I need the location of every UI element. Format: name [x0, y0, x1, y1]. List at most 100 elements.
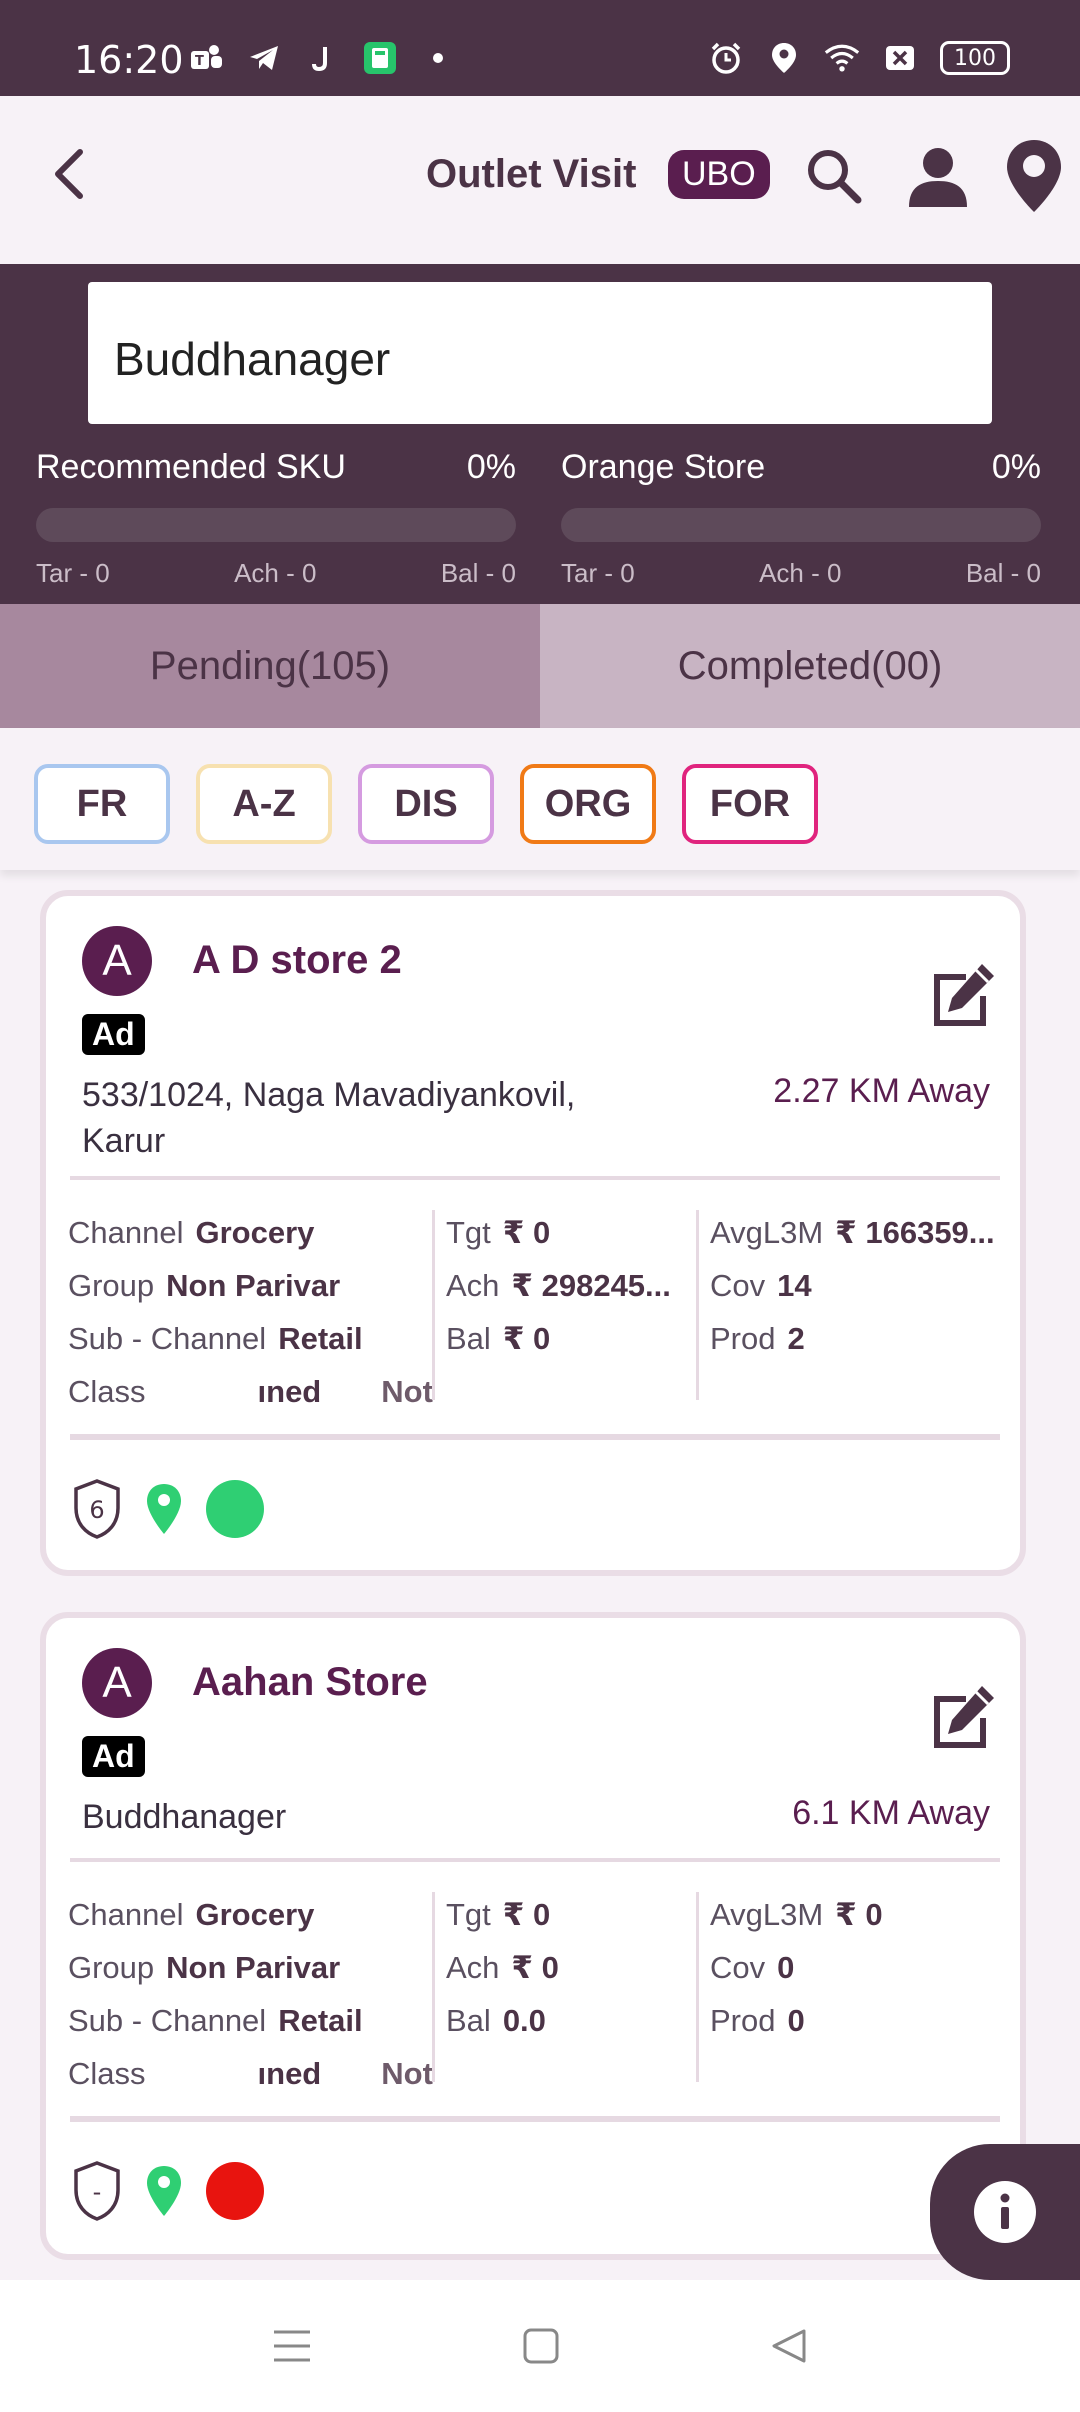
- page-title: Outlet Visit: [426, 152, 637, 196]
- target-column: Tgt ₹ 0 Ach ₹ 0 Bal 0.0: [446, 1888, 696, 2047]
- wifi-icon: [824, 40, 860, 76]
- ubo-badge[interactable]: UBO: [668, 150, 770, 199]
- metric-percent: 0%: [466, 448, 516, 486]
- svg-text:T: T: [195, 54, 204, 69]
- system-nav-bar: [0, 2280, 1080, 2412]
- search-button[interactable]: [800, 142, 868, 210]
- outlet-status-icons: 6: [72, 1478, 264, 1540]
- bal-value: ₹ 0: [502, 1321, 551, 1356]
- filter-chip-for[interactable]: FOR: [682, 764, 818, 844]
- class-label: Class: [68, 1374, 146, 1409]
- edit-icon[interactable]: [926, 958, 1000, 1032]
- class-value: ıned: [257, 2056, 322, 2091]
- back-button[interactable]: [38, 144, 98, 204]
- back-arrow-icon: [55, 149, 83, 199]
- avg-label: AvgL3M: [710, 1215, 824, 1250]
- status-dot: [206, 2162, 264, 2220]
- group-value: Non Parivar: [166, 1268, 341, 1303]
- location-button[interactable]: [1000, 140, 1068, 212]
- prod-label: Prod: [710, 1321, 776, 1356]
- back-nav-icon[interactable]: [770, 2327, 808, 2365]
- visit-tabs: Pending(105) Completed(00): [0, 604, 1080, 728]
- menu-nav-icon[interactable]: [272, 2328, 312, 2364]
- divider: [70, 2116, 1000, 2122]
- performance-column: AvgL3M ₹ 0 Cov 0 Prod 0: [710, 1888, 1010, 2047]
- target-column: Tgt ₹ 0 Ach ₹ 298245... Bal ₹ 0: [446, 1206, 696, 1365]
- outlet-status-icons: -: [72, 2160, 264, 2222]
- metric-target: Tar - 0: [36, 558, 110, 588]
- sim-off-icon: [882, 40, 918, 76]
- filter-bar: FR A-Z DIS ORG FOR: [0, 728, 1080, 870]
- metric-balance: Bal - 0: [440, 558, 516, 588]
- prod-value: 0: [787, 2003, 805, 2038]
- progress-bar: [561, 508, 1041, 542]
- cov-value: 14: [777, 1268, 812, 1303]
- outlet-name[interactable]: Aahan Store: [192, 1660, 428, 1705]
- outlet-info-column: Channel Grocery Group Non Parivar Sub - Ch…: [68, 1888, 448, 2100]
- divider: [70, 1176, 1000, 1180]
- outlet-card[interactable]: A Aahan Store Ad Buddhanager 6.1 KM Away…: [40, 1612, 1026, 2260]
- outlet-avatar: A: [82, 1648, 152, 1718]
- ach-label: Ach: [446, 1950, 500, 1985]
- metric-balance: Bal - 0: [965, 558, 1041, 588]
- filter-chip-fr[interactable]: FR: [34, 764, 170, 844]
- ad-tag: Ad: [82, 1736, 145, 1777]
- cov-label: Cov: [710, 1950, 766, 1985]
- bal-label: Bal: [446, 1321, 491, 1356]
- progress-bar: [36, 508, 516, 542]
- prod-label: Prod: [710, 2003, 776, 2038]
- edit-icon[interactable]: [926, 1680, 1000, 1754]
- profile-button[interactable]: [904, 142, 972, 210]
- cov-label: Cov: [710, 1268, 766, 1303]
- channel-value: Grocery: [195, 1215, 315, 1250]
- bal-value: 0.0: [502, 2003, 546, 2038]
- summary-panel: Buddhanager Recommended SKU 0% Tar - 0 A…: [0, 264, 1080, 604]
- class-value-secondary: Not: [381, 1374, 433, 1409]
- metric-label: Orange Store: [561, 448, 766, 486]
- filter-chip-a-z[interactable]: A-Z: [196, 764, 332, 844]
- ach-value: ₹ 298245...: [511, 1268, 671, 1303]
- filter-chip-dis[interactable]: DIS: [358, 764, 494, 844]
- column-separator: [432, 1892, 435, 2082]
- performance-column: AvgL3M ₹ 166359... Cov 14 Prod 2: [710, 1206, 1010, 1365]
- group-label: Group: [68, 1950, 155, 1985]
- tab-completed[interactable]: Completed(00): [540, 604, 1080, 728]
- group-label: Group: [68, 1268, 155, 1303]
- geo-pin-icon[interactable]: [144, 2164, 184, 2218]
- info-button[interactable]: [930, 2144, 1080, 2280]
- map-pin-icon: [1007, 140, 1061, 212]
- metric-percent: 0%: [991, 448, 1041, 486]
- home-nav-icon[interactable]: [522, 2327, 560, 2365]
- geo-pin-icon[interactable]: [144, 1482, 184, 1536]
- outlet-distance: 2.27 KM Away: [773, 1072, 990, 1110]
- filter-chip-org[interactable]: ORG: [520, 764, 656, 844]
- outlet-name[interactable]: A D store 2: [192, 938, 402, 983]
- status-time: 16:20: [74, 38, 184, 82]
- status-bar: 16:20 T 100: [0, 0, 1080, 96]
- app-bar: Outlet Visit UBO: [0, 96, 1080, 264]
- divider: [70, 1434, 1000, 1440]
- location-status-icon: [766, 40, 802, 76]
- group-value: Non Parivar: [166, 1950, 341, 1985]
- tgt-label: Tgt: [446, 1215, 491, 1250]
- location-field[interactable]: Buddhanager: [88, 282, 992, 424]
- avg-value: ₹ 166359...: [835, 1215, 995, 1250]
- divider: [70, 1858, 1000, 1862]
- info-icon: [974, 2181, 1036, 2243]
- class-label: Class: [68, 2056, 146, 2091]
- column-separator: [432, 1210, 435, 1400]
- column-separator: [696, 1210, 699, 1400]
- avg-label: AvgL3M: [710, 1897, 824, 1932]
- outlet-card[interactable]: A A D store 2 Ad 533/1024, Naga Mavadiya…: [40, 890, 1026, 1576]
- shield-icon: 6: [74, 1479, 120, 1539]
- outlet-address: 533/1024, Naga Mavadiyankovil, Karur: [82, 1076, 576, 1160]
- tab-pending[interactable]: Pending(105): [0, 604, 540, 728]
- sub-channel-value: Retail: [278, 2003, 363, 2038]
- tgt-value: ₹ 0: [502, 1215, 551, 1250]
- jio-icon: [304, 40, 340, 76]
- search-icon: [808, 150, 862, 204]
- shield-icon: -: [74, 2161, 120, 2221]
- column-separator: [696, 1892, 699, 2082]
- channel-value: Grocery: [195, 1897, 315, 1932]
- metric-achieved: Ach - 0: [759, 558, 842, 588]
